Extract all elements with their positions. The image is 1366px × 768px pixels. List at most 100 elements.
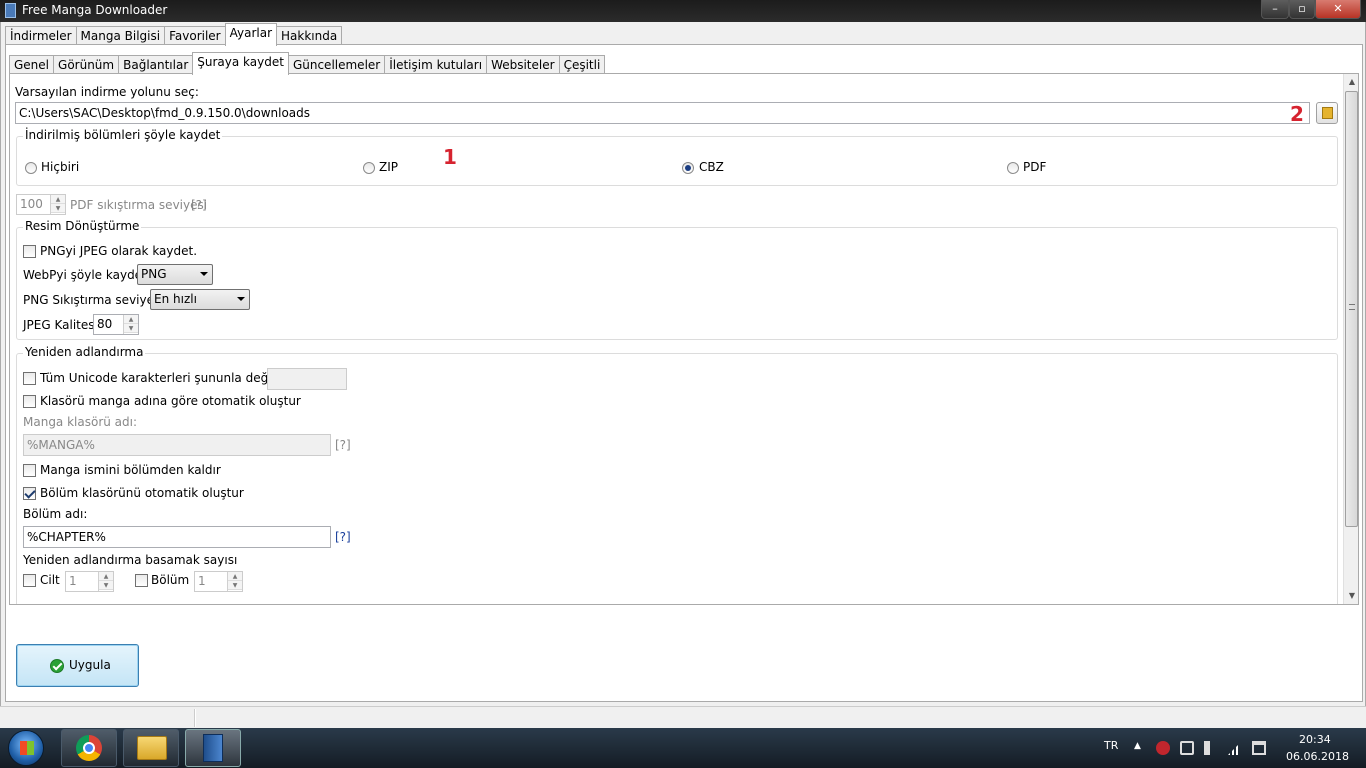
auto-folder-label[interactable]: Klasörü manga adına göre otomatik oluştu… bbox=[40, 394, 301, 408]
tab-about[interactable]: Hakkında bbox=[276, 26, 343, 46]
browse-folder-button[interactable] bbox=[1316, 102, 1338, 124]
unicode-replace-input[interactable] bbox=[267, 368, 347, 390]
format-group-title: İndirilmiş bölümleri şöyle kaydet bbox=[23, 128, 223, 142]
taskbar-fmd[interactable] bbox=[185, 729, 241, 767]
subtab-connections[interactable]: Bağlantılar bbox=[118, 55, 194, 75]
chapter-digits-checkbox[interactable] bbox=[135, 574, 148, 587]
radio-pdf[interactable] bbox=[1007, 162, 1019, 174]
pdf-level-label: PDF sıkıştırma seviyesi bbox=[70, 198, 208, 212]
taskbar-chrome[interactable] bbox=[61, 729, 117, 767]
remove-manga-name-label[interactable]: Manga ismini bölümden kaldır bbox=[40, 463, 221, 477]
chevron-down-icon bbox=[237, 297, 245, 301]
webp-format-value: PNG bbox=[141, 267, 167, 281]
tray-expand-icon[interactable]: ▲ bbox=[1134, 741, 1141, 751]
chapter-name-help[interactable]: [?] bbox=[335, 530, 351, 544]
png-to-jpeg-checkbox[interactable] bbox=[23, 245, 36, 258]
jpeg-quality-spinner[interactable]: 80 ▲ ▼ bbox=[93, 314, 139, 335]
settings-sub-tabs: Genel Görünüm Bağlantılar Şuraya kaydet … bbox=[9, 52, 606, 75]
radio-zip-label[interactable]: ZIP bbox=[379, 160, 398, 174]
vertical-scrollbar[interactable]: ▲ ▼ bbox=[1343, 74, 1358, 604]
radio-pdf-label[interactable]: PDF bbox=[1023, 160, 1046, 174]
manga-folder-input[interactable]: %MANGA% bbox=[23, 434, 331, 456]
device-icon[interactable] bbox=[1180, 741, 1194, 755]
status-separator bbox=[194, 709, 196, 727]
radio-cbz[interactable] bbox=[682, 162, 694, 174]
conversion-group: Resim Dönüştürme PNGyi JPEG olarak kayde… bbox=[16, 219, 1338, 340]
format-group: İndirilmiş bölümleri şöyle kaydet Hiçbir… bbox=[16, 128, 1338, 186]
tab-favorites[interactable]: Favoriler bbox=[164, 26, 226, 46]
clock-time[interactable]: 20:34 bbox=[1299, 733, 1331, 746]
volume-muted-icon[interactable] bbox=[1204, 741, 1212, 755]
download-path-label: Varsayılan indirme yolunu seç: bbox=[15, 85, 199, 99]
status-bar bbox=[0, 706, 1366, 728]
chapter-name-input[interactable]: %CHAPTER% bbox=[23, 526, 331, 548]
chapter-digits-value: 1 bbox=[198, 574, 206, 588]
apply-button[interactable]: Uygula bbox=[16, 644, 139, 687]
maximize-button[interactable]: ▫ bbox=[1289, 0, 1315, 19]
annotation-1: 1 bbox=[443, 145, 457, 169]
unicode-replace-label[interactable]: Tüm Unicode karakterleri şununla değişti… bbox=[40, 371, 291, 385]
chrome-icon bbox=[76, 735, 102, 761]
webp-format-select[interactable]: PNG bbox=[137, 264, 213, 285]
folder-icon bbox=[137, 736, 167, 760]
subtab-general[interactable]: Genel bbox=[9, 55, 55, 75]
fmd-app-icon bbox=[203, 734, 223, 762]
png-level-label: PNG Sıkıştırma seviyesi bbox=[23, 293, 164, 307]
chapter-name-label: Bölüm adı: bbox=[23, 507, 88, 521]
window-client: İndirmeler Manga Bilgisi Favoriler Ayarl… bbox=[0, 22, 1366, 706]
unicode-replace-checkbox[interactable] bbox=[23, 372, 36, 385]
webp-label: WebPyi şöyle kaydet bbox=[23, 268, 147, 282]
auto-chapter-folder-checkbox[interactable] bbox=[23, 487, 36, 500]
volume-digits-checkbox[interactable] bbox=[23, 574, 36, 587]
scroll-down-icon[interactable]: ▼ bbox=[1344, 588, 1358, 604]
volume-digits-label[interactable]: Cilt bbox=[40, 573, 60, 587]
digits-label: Yeniden adlandırma basamak sayısı bbox=[23, 553, 238, 567]
volume-digits-spinner[interactable]: 1 ▲ ▼ bbox=[65, 571, 114, 592]
minimize-button[interactable]: – bbox=[1261, 0, 1289, 19]
language-indicator[interactable]: TR bbox=[1104, 739, 1118, 752]
subtab-updates[interactable]: Güncellemeler bbox=[287, 55, 386, 75]
chapter-digits-label[interactable]: Bölüm bbox=[151, 573, 189, 587]
close-button[interactable]: ✕ bbox=[1315, 0, 1361, 19]
chapter-digits-spinner[interactable]: 1 ▲ ▼ bbox=[194, 571, 243, 592]
auto-folder-checkbox[interactable] bbox=[23, 395, 36, 408]
rename-group: Yeniden adlandırma Tüm Unicode karakterl… bbox=[16, 345, 1338, 604]
radio-none[interactable] bbox=[25, 162, 37, 174]
manga-folder-label: Manga klasörü adı: bbox=[23, 415, 138, 429]
clock-date[interactable]: 06.06.2018 bbox=[1286, 750, 1349, 763]
start-button[interactable] bbox=[8, 730, 44, 766]
volume-digits-value: 1 bbox=[69, 574, 77, 588]
subtab-save-to[interactable]: Şuraya kaydet bbox=[192, 52, 289, 75]
manga-folder-help[interactable]: [?] bbox=[335, 438, 351, 452]
folder-icon bbox=[1322, 107, 1333, 119]
radio-zip[interactable] bbox=[363, 162, 375, 174]
scroll-thumb[interactable] bbox=[1345, 91, 1358, 527]
jpeg-quality-label: JPEG Kalitesi bbox=[23, 318, 98, 332]
network-icon[interactable] bbox=[1228, 741, 1242, 755]
subtab-appearance[interactable]: Görünüm bbox=[53, 55, 120, 75]
pdf-level-help[interactable]: [?] bbox=[191, 198, 207, 212]
taskbar-explorer[interactable] bbox=[123, 729, 179, 767]
subtab-dialogs[interactable]: İletişim kutuları bbox=[384, 55, 488, 75]
pdf-level-value: 100 bbox=[20, 197, 43, 211]
auto-chapter-folder-label[interactable]: Bölüm klasörünü otomatik oluştur bbox=[40, 486, 244, 500]
subtab-misc[interactable]: Çeşitli bbox=[558, 55, 606, 75]
png-level-select[interactable]: En hızlı bbox=[150, 289, 250, 310]
png-to-jpeg-label[interactable]: PNGyi JPEG olarak kaydet. bbox=[40, 244, 197, 258]
png-level-value: En hızlı bbox=[154, 292, 197, 306]
annotation-2: 2 bbox=[1290, 102, 1304, 126]
action-center-icon[interactable] bbox=[1252, 741, 1266, 755]
radio-none-label[interactable]: Hiçbiri bbox=[41, 160, 79, 174]
scroll-up-icon[interactable]: ▲ bbox=[1344, 74, 1358, 90]
remove-manga-name-checkbox[interactable] bbox=[23, 464, 36, 477]
download-path-input[interactable]: C:\Users\SAC\Desktop\fmd_0.9.150.0\downl… bbox=[15, 102, 1310, 124]
pdf-level-spinner[interactable]: 100 ▲ ▼ bbox=[16, 194, 66, 215]
radio-cbz-label[interactable]: CBZ bbox=[699, 160, 724, 174]
tab-downloads[interactable]: İndirmeler bbox=[5, 26, 77, 46]
tab-manga-info[interactable]: Manga Bilgisi bbox=[75, 26, 166, 46]
antivirus-icon[interactable] bbox=[1156, 741, 1170, 755]
subtab-websites[interactable]: Websiteler bbox=[486, 55, 560, 75]
tab-settings[interactable]: Ayarlar bbox=[224, 23, 278, 46]
title-bar: Free Manga Downloader – ▫ ✕ bbox=[0, 0, 1366, 22]
apply-button-label: Uygula bbox=[69, 658, 111, 672]
